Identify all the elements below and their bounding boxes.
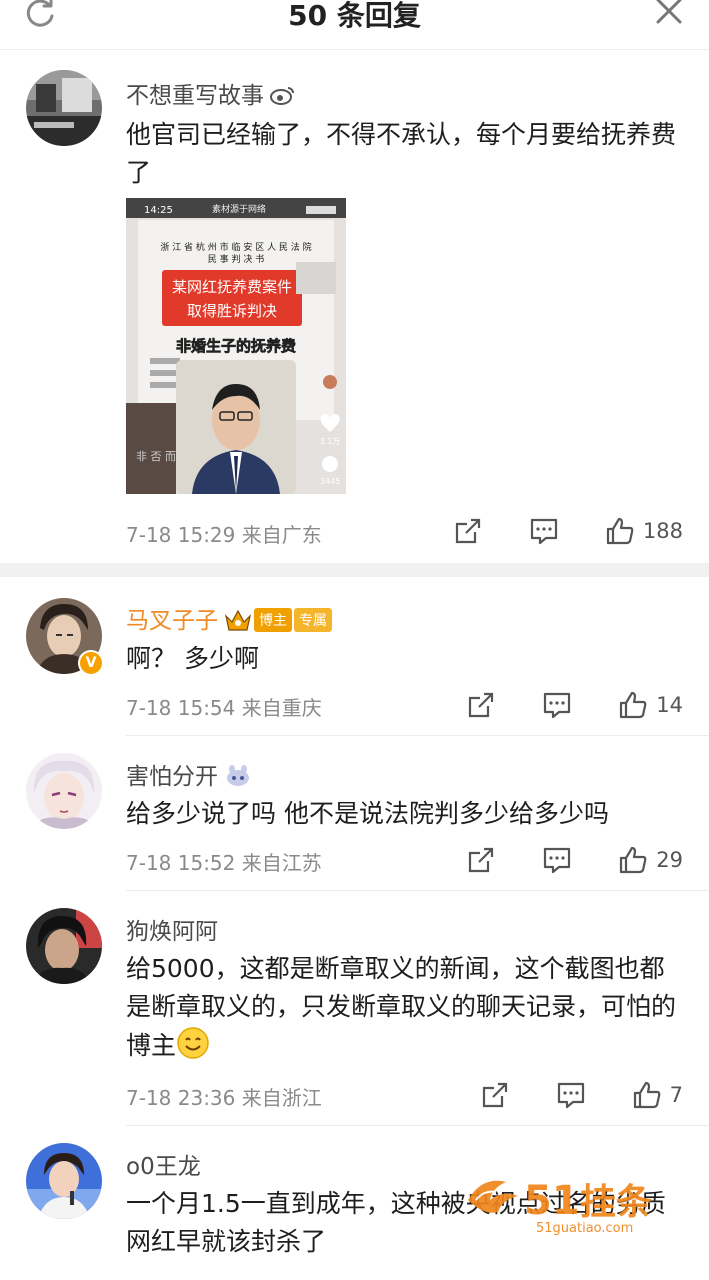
svg-text:14:25: 14:25: [144, 205, 173, 216]
post-image[interactable]: 14:25 素材源于网络 浙 江 省 杭 州 市 临 安 区 人 民 法 院 民…: [126, 198, 346, 494]
like-icon[interactable]: [632, 1080, 662, 1110]
top-bar: 50 条回复: [0, 0, 709, 50]
svg-text:非婚生子的抚养费: 非婚生子的抚养费: [176, 337, 296, 355]
author-name[interactable]: 马叉子子 博主 专属: [126, 601, 332, 635]
comment-actions: 29: [466, 843, 683, 877]
comment-actions: 7: [480, 1078, 683, 1112]
avatar[interactable]: [26, 1143, 102, 1219]
comment-actions: 188: [453, 514, 683, 548]
comment-text: 给5000，这都是断章取义的新闻，这个截图也都是断章取义的，只发断章取义的聊天记…: [126, 954, 677, 1060]
divider: [126, 890, 709, 891]
comment-time: 7-18 23:36: [126, 1086, 236, 1110]
member-icon: [227, 765, 249, 786]
close-icon[interactable]: [653, 0, 685, 30]
like-count: 14: [656, 693, 683, 717]
comment-text: 他官司已经输了，不得不承认，每个月要给抚养费了: [126, 120, 677, 187]
svg-text:挂条: 挂条: [580, 1182, 652, 1223]
like-count: 29: [656, 848, 683, 872]
avatar[interactable]: [26, 753, 102, 829]
share-icon[interactable]: [480, 1080, 510, 1110]
comment-time: 7-18 15:52: [126, 851, 236, 875]
avatar[interactable]: [26, 908, 102, 984]
svg-text:51: 51: [524, 1178, 580, 1224]
like-icon[interactable]: [618, 845, 648, 875]
comment-location: 来自重庆: [241, 696, 322, 720]
comment-icon[interactable]: [542, 690, 572, 720]
comment-time: 7-18 15:54: [126, 696, 236, 720]
comment-icon[interactable]: [556, 1080, 586, 1110]
news-video-thumbnail: 14:25 素材源于网络 浙 江 省 杭 州 市 临 安 区 人 民 法 院 民…: [126, 198, 346, 494]
comment-location: 来自广东: [241, 523, 322, 547]
blogger-tag: 博主: [254, 608, 292, 632]
author-name[interactable]: 不想重写故事: [126, 76, 296, 110]
comment-meta: 7-18 15:54 来自重庆: [126, 692, 322, 721]
comment-meta: 7-18 15:52 来自江苏: [126, 847, 322, 876]
comment-text: 给多少说了吗 他不是说法院判多少给多少吗: [126, 799, 609, 828]
avatar[interactable]: [26, 70, 102, 146]
comment-icon[interactable]: [542, 845, 572, 875]
author-name[interactable]: o0王龙: [126, 1147, 201, 1181]
share-icon[interactable]: [466, 690, 496, 720]
svg-text:某网红抚养费案件: 某网红抚养费案件: [172, 278, 292, 296]
author-name[interactable]: 害怕分开: [126, 757, 252, 791]
comment-location: 来自浙江: [241, 1086, 322, 1110]
comment-actions: 14: [466, 688, 683, 722]
page-title: 50 条回复: [288, 0, 421, 32]
comment-meta: 7-18 15:29 来自广东: [126, 519, 322, 548]
share-icon[interactable]: [453, 516, 483, 546]
weibo-icon: [270, 87, 294, 105]
like-count: 188: [642, 519, 683, 543]
author-name[interactable]: 狗焕阿阿: [126, 912, 218, 946]
like-icon[interactable]: [605, 516, 635, 546]
comment-time: 7-18 15:29: [126, 523, 236, 547]
svg-text:51guatiao.com: 51guatiao.com: [536, 1221, 633, 1236]
comment-icon[interactable]: [529, 516, 559, 546]
svg-text:民 事 判 决 书: 民 事 判 决 书: [208, 253, 264, 265]
crown-icon: [224, 609, 252, 631]
share-icon[interactable]: [466, 845, 496, 875]
verified-badge: V: [78, 650, 104, 676]
svg-text:素材源于网络: 素材源于网络: [212, 203, 266, 215]
svg-text:3.1万: 3.1万: [320, 437, 341, 446]
comment-meta: 7-18 23:36 来自浙江: [126, 1082, 322, 1111]
comment-text: 啊？ 多少啊: [126, 644, 259, 673]
section-divider: [0, 563, 709, 577]
watermark-logo: 51 挂条 51guatiao.com: [462, 1170, 692, 1240]
smile-emoji-icon: [177, 1027, 209, 1059]
svg-text:3445: 3445: [320, 477, 340, 486]
svg-text:取得胜诉判决: 取得胜诉判决: [187, 302, 277, 320]
like-count: 7: [669, 1083, 683, 1107]
divider: [126, 735, 709, 736]
svg-text:浙 江 省 杭 州 市 临 安 区 人 民 法 院: 浙 江 省 杭 州 市 临 安 区 人 民 法 院: [160, 241, 311, 253]
divider: [126, 1125, 709, 1126]
exclusive-tag: 专属: [294, 608, 332, 632]
comment-location: 来自江苏: [241, 851, 322, 875]
like-icon[interactable]: [618, 690, 648, 720]
